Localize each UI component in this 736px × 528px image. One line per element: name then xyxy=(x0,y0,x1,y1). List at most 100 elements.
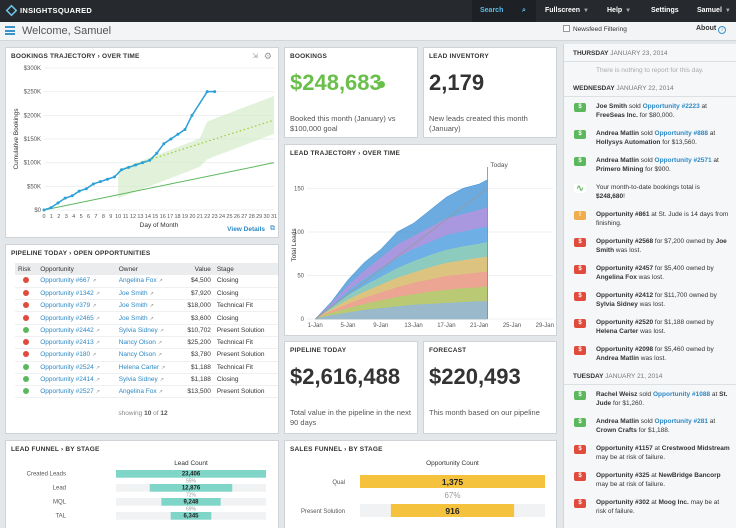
feed-emphasis[interactable]: Opportunity #2412 xyxy=(596,292,653,299)
external-link-icon[interactable]: ↗ xyxy=(150,291,154,297)
feed-emphasis[interactable]: Sylvia Sidney xyxy=(596,301,638,308)
external-link-icon[interactable]: ↗ xyxy=(92,303,96,309)
feed-emphasis[interactable]: Opportunity #2457 xyxy=(596,265,653,272)
external-link-icon[interactable]: ↗ xyxy=(96,328,100,334)
fullscreen-menu[interactable]: Fullscreen ▼ xyxy=(545,0,589,22)
table-row[interactable]: Opportunity #2527 ↗ Angelina Fox ↗ $13,500 Pr… xyxy=(15,385,278,399)
info-icon[interactable]: i xyxy=(718,26,726,34)
checkbox-icon[interactable] xyxy=(563,25,570,32)
details-icon[interactable]: ⧉ xyxy=(270,225,275,233)
feed-emphasis[interactable]: FreeSeas Inc. xyxy=(596,112,638,119)
opportunity-link[interactable]: Opportunity #2524 ↗ xyxy=(37,361,116,374)
opportunity-link[interactable]: Opportunity #281 xyxy=(655,418,708,425)
external-link-icon[interactable]: ↗ xyxy=(92,278,96,284)
external-link-icon[interactable]: ↗ xyxy=(159,389,163,395)
feed-emphasis[interactable]: Primero Mining xyxy=(596,166,643,173)
external-link-icon[interactable]: ↗ xyxy=(158,340,162,346)
feed-emphasis[interactable]: Opportunity #2098 xyxy=(596,346,653,353)
settings-link[interactable]: Settings xyxy=(651,0,679,22)
opportunity-link[interactable]: Opportunity #888 xyxy=(655,130,708,137)
newsfeed-filter-toggle[interactable]: Newsfeed Filtering xyxy=(563,25,627,33)
opportunity-link[interactable]: Opportunity #2223 xyxy=(643,103,700,110)
feed-emphasis[interactable]: Crestwood Midstream xyxy=(662,445,730,452)
opportunity-link[interactable]: Opportunity #2571 xyxy=(655,157,712,164)
feed-emphasis[interactable]: Rachel Weisz xyxy=(596,391,637,398)
feed-emphasis[interactable]: Helena Carter xyxy=(596,328,638,335)
feed-item[interactable]: $ Andrea Matlin sold Opportunity #281 at … xyxy=(564,412,736,439)
external-link-icon[interactable]: ↗ xyxy=(150,303,154,309)
feed-emphasis[interactable]: Opportunity #1157 xyxy=(596,445,653,452)
export-icon[interactable]: ⇲ xyxy=(252,52,258,60)
owner-link[interactable]: Joe Smith ↗ xyxy=(115,287,179,301)
feed-item[interactable]: ∿ Your month-to-date bookings total is $2… xyxy=(564,178,736,205)
opportunity-link[interactable]: Opportunity #667 ↗ xyxy=(37,275,116,288)
owner-link[interactable]: Nancy Olson ↗ xyxy=(115,348,179,362)
table-row[interactable]: Opportunity #2442 ↗ Sylvia Sidney ↗ $10,702 P… xyxy=(15,324,278,337)
owner-link[interactable]: Joe Smith ↗ xyxy=(115,311,179,325)
column-header[interactable]: Value xyxy=(178,263,214,275)
feed-item[interactable]: $ Opportunity #2457 for $5,400 owned by A… xyxy=(564,259,736,286)
external-link-icon[interactable]: ↗ xyxy=(96,340,100,346)
owner-link[interactable]: Helena Carter ↗ xyxy=(115,361,179,374)
owner-link[interactable]: Sylvia Sidney ↗ xyxy=(115,373,179,387)
feed-emphasis[interactable]: Andrea Matlin xyxy=(596,355,639,362)
column-header[interactable]: Opportunity xyxy=(37,263,116,275)
feed-emphasis[interactable]: Andrea Matlin xyxy=(596,418,639,425)
external-link-icon[interactable]: ↗ xyxy=(160,377,164,383)
external-link-icon[interactable]: ↗ xyxy=(150,316,154,322)
opportunity-link[interactable]: Opportunity #2414 ↗ xyxy=(37,373,116,387)
owner-link[interactable]: Joe Smith ↗ xyxy=(115,299,179,313)
table-row[interactable]: Opportunity #379 ↗ Joe Smith ↗ $18,000 Techni… xyxy=(15,299,278,313)
column-header[interactable]: Risk xyxy=(15,263,38,275)
owner-link[interactable]: Nancy Olson ↗ xyxy=(115,336,179,350)
feed-emphasis[interactable]: Opportunity #302 xyxy=(596,499,649,506)
table-row[interactable]: Opportunity #2465 ↗ Joe Smith ↗ $3,600 Closin… xyxy=(15,311,278,325)
feed-item[interactable]: ! Opportunity #861 at St. Jude is 14 days… xyxy=(564,205,736,232)
external-link-icon[interactable]: ↗ xyxy=(96,377,100,383)
table-row[interactable]: Opportunity #1342 ↗ Joe Smith ↗ $7,920 Closin… xyxy=(15,287,278,301)
opportunity-link[interactable]: Opportunity #2442 ↗ xyxy=(37,324,116,337)
owner-link[interactable]: Angelina Fox ↗ xyxy=(115,275,179,288)
feed-item[interactable]: $ Opportunity #2098 for $5,460 owned by A… xyxy=(564,340,736,367)
table-row[interactable]: Opportunity #180 ↗ Nancy Olson ↗ $3,780 Prese… xyxy=(15,348,278,362)
feed-emphasis[interactable]: Andrea Matlin xyxy=(596,130,639,137)
feed-emphasis[interactable]: Opportunity #2568 xyxy=(596,238,653,245)
feed-emphasis[interactable]: Opportunity #325 xyxy=(596,472,649,479)
external-link-icon[interactable]: ↗ xyxy=(161,365,165,371)
search-icon[interactable]: ⌕ xyxy=(512,0,536,22)
view-details-link[interactable]: View Details xyxy=(227,226,265,233)
feed-item[interactable]: $ Rachel Weisz sold Opportunity #1088 at … xyxy=(564,385,736,412)
table-row[interactable]: Opportunity #667 ↗ Angelina Fox ↗ $4,500 Clos… xyxy=(15,275,278,288)
feed-emphasis[interactable]: Angelina Fox xyxy=(596,274,637,281)
feed-item[interactable]: $ Andrea Matlin sold Opportunity #888 at … xyxy=(564,124,736,151)
opportunity-link[interactable]: Opportunity #1342 ↗ xyxy=(37,287,116,301)
feed-item[interactable]: $ Opportunity #2412 for $11,700 owned by … xyxy=(564,286,736,313)
external-link-icon[interactable]: ↗ xyxy=(159,278,163,284)
user-menu[interactable]: Samuel ▼ xyxy=(697,0,731,22)
search-button[interactable]: Search xyxy=(472,0,512,22)
owner-link[interactable]: Angelina Fox ↗ xyxy=(115,385,179,399)
feed-item[interactable]: $ Andrea Matlin sold Opportunity #2571 at… xyxy=(564,151,736,178)
owner-link[interactable]: Sylvia Sidney ↗ xyxy=(115,324,179,337)
app-logo[interactable]: INSIGHTSQUARED xyxy=(5,4,92,17)
gear-icon[interactable]: ⚙ xyxy=(264,51,272,62)
external-link-icon[interactable]: ↗ xyxy=(96,365,100,371)
feed-emphasis[interactable]: NewBridge Bancorp xyxy=(659,472,721,479)
column-header[interactable]: Stage xyxy=(213,263,278,275)
feed-emphasis[interactable]: Hollysys Automation xyxy=(596,139,660,146)
feed-emphasis[interactable]: Opportunity #2520 xyxy=(596,319,653,326)
feed-item[interactable]: $ Opportunity #1157 at Crestwood Midstrea… xyxy=(564,439,736,466)
feed-item[interactable]: $ Opportunity #325 at NewBridge Bancorp m… xyxy=(564,466,736,493)
feed-emphasis[interactable]: $248,680 xyxy=(596,193,623,200)
feed-item[interactable]: $ Opportunity #2568 for $7,200 owned by J… xyxy=(564,232,736,259)
external-link-icon[interactable]: ↗ xyxy=(92,352,96,358)
feed-emphasis[interactable]: Moog Inc. xyxy=(659,499,689,506)
external-link-icon[interactable]: ↗ xyxy=(96,291,100,297)
table-row[interactable]: Opportunity #2524 ↗ Helena Carter ↗ $1,188 Te… xyxy=(15,361,278,374)
opportunity-link[interactable]: Opportunity #2527 ↗ xyxy=(37,385,116,399)
feed-emphasis[interactable]: Crown Crafts xyxy=(596,427,637,434)
feed-emphasis[interactable]: Joe Smith xyxy=(596,103,627,110)
about-link[interactable]: About xyxy=(696,25,716,32)
table-row[interactable]: Opportunity #2414 ↗ Sylvia Sidney ↗ $1,188 Cl… xyxy=(15,373,278,387)
opportunity-link[interactable]: Opportunity #2413 ↗ xyxy=(37,336,116,350)
